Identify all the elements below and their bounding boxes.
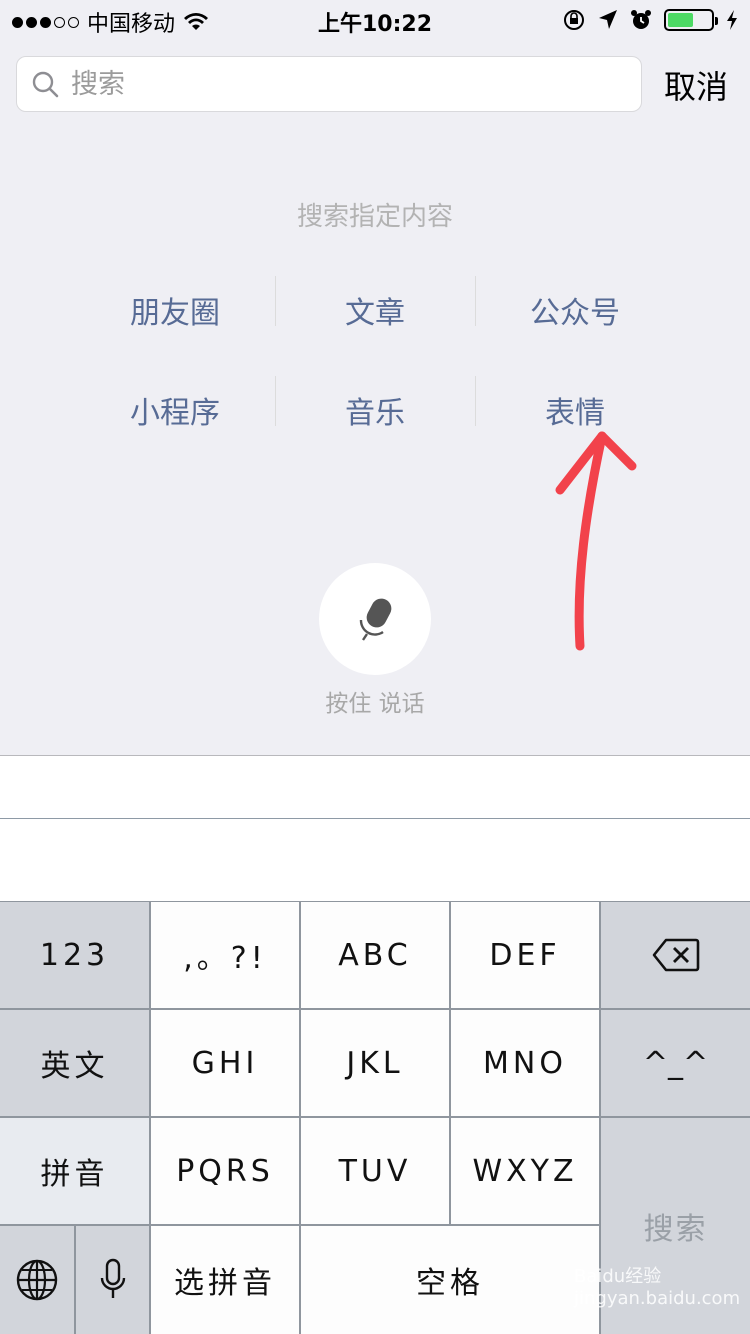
key-backspace[interactable]	[601, 902, 750, 1008]
search-input[interactable]	[71, 68, 611, 100]
voice-button[interactable]	[319, 563, 431, 675]
key-english[interactable]: 英文	[0, 1010, 149, 1116]
microphone-icon	[359, 598, 392, 641]
key-mno[interactable]: MNO	[451, 1010, 599, 1116]
search-hint: 搜索指定内容	[296, 202, 453, 232]
key-def[interactable]: DEF	[451, 902, 599, 1008]
key-abc[interactable]: ABC	[301, 902, 449, 1008]
key-pinyin[interactable]: 拼音	[0, 1118, 149, 1224]
key-emoticon[interactable]: ^_^	[601, 1010, 750, 1116]
key-jkl[interactable]: JKL	[301, 1010, 449, 1116]
key-wxyz[interactable]: WXYZ	[451, 1118, 599, 1224]
category-moments[interactable]: 朋友圈	[75, 288, 275, 332]
key-dictation[interactable]	[76, 1226, 149, 1334]
globe-icon	[16, 1259, 58, 1301]
search-box[interactable]	[16, 56, 642, 112]
key-pqrs[interactable]: PQRS	[151, 1118, 299, 1224]
key-tuv[interactable]: TUV	[301, 1118, 449, 1224]
key-punctuation[interactable]: ,。?!	[151, 902, 299, 1008]
candidate-divider	[0, 818, 750, 819]
status-bar: 中国移动 上午10:22	[0, 0, 750, 40]
key-space[interactable]: 空格	[301, 1226, 599, 1334]
category-music[interactable]: 音乐	[275, 376, 475, 432]
key-select-pinyin[interactable]: 选拼音	[151, 1226, 299, 1334]
search-icon	[32, 71, 59, 98]
location-icon	[599, 10, 617, 29]
charging-icon	[727, 10, 737, 30]
voice-label: 按住 说话	[325, 691, 425, 717]
cancel-button[interactable]: 取消	[664, 62, 728, 108]
category-row: 朋友圈 文章 公众号	[75, 260, 675, 360]
category-articles[interactable]: 文章	[275, 276, 475, 332]
backspace-icon	[652, 938, 699, 972]
category-mini-programs[interactable]: 小程序	[75, 388, 275, 432]
key-numbers[interactable]: 123	[0, 902, 149, 1008]
annotation-arrow	[555, 431, 637, 651]
status-right	[562, 8, 738, 32]
category-official-accounts[interactable]: 公众号	[475, 276, 675, 332]
watermark: Baidu经验 jingyan.baidu.com	[574, 1266, 741, 1309]
microphone-icon	[100, 1258, 125, 1298]
candidate-bar	[0, 755, 750, 901]
key-globe[interactable]	[0, 1226, 74, 1334]
battery-icon	[664, 9, 718, 31]
key-ghi[interactable]: GHI	[151, 1010, 299, 1116]
rotation-lock-icon	[564, 10, 584, 30]
alarm-icon	[631, 10, 651, 29]
